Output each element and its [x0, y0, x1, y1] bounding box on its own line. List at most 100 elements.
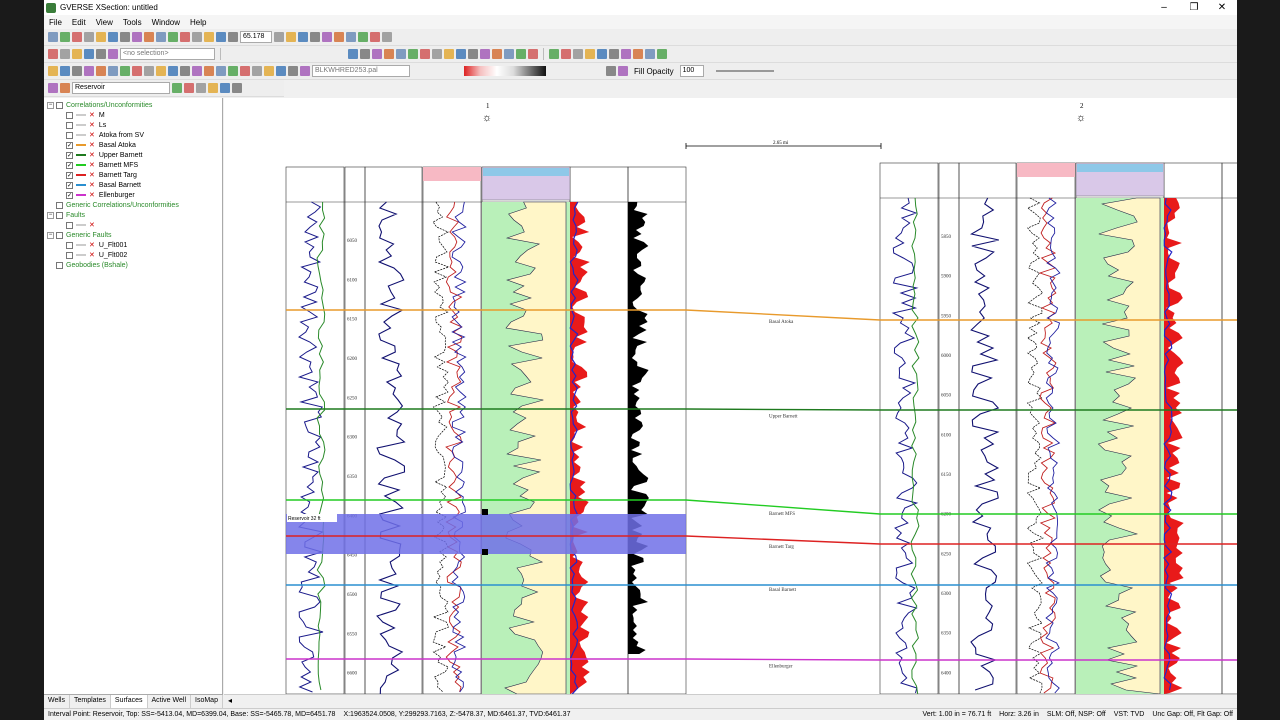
toolbar-tool-icon[interactable] [276, 66, 286, 76]
tree-checkbox[interactable] [56, 261, 63, 269]
toolbar-tool-icon[interactable] [432, 49, 442, 59]
toolbar-tool-icon[interactable] [298, 32, 308, 42]
toolbar-tool-icon[interactable] [192, 66, 202, 76]
tree-item[interactable]: − Generic Faults [47, 230, 112, 240]
toolbar-tool-icon[interactable] [156, 66, 166, 76]
toolbar-tool-icon[interactable] [561, 49, 571, 59]
toolbar-tool-icon[interactable] [48, 83, 58, 93]
tree-checkbox[interactable] [66, 251, 73, 259]
color-palette-bar[interactable] [464, 66, 546, 76]
tree-item[interactable]: ✓ ✕ Ellenburger [57, 190, 135, 200]
toolbar-tool-icon[interactable] [72, 49, 82, 59]
toolbar-tool-icon[interactable] [204, 66, 214, 76]
toolbar-tool-icon[interactable] [360, 49, 370, 59]
toolbar-tool-icon[interactable] [232, 83, 242, 93]
expand-toggle-icon[interactable]: − [47, 101, 54, 109]
tree-item[interactable]: ✓ ✕ Barnett Targ [57, 170, 137, 180]
toolbar-tool-icon[interactable] [172, 83, 182, 93]
toolbar-tool-icon[interactable] [120, 32, 130, 42]
toolbar-tool-icon[interactable] [216, 66, 226, 76]
toolbar-tool-icon[interactable] [549, 49, 559, 59]
selection-combo[interactable]: <no selection> [120, 48, 215, 60]
toolbar-tool-icon[interactable] [184, 83, 194, 93]
tree-checkbox[interactable] [66, 111, 73, 119]
tree-item[interactable]: ✕ Atoka from SV [57, 130, 144, 140]
toolbar-tool-icon[interactable] [48, 49, 58, 59]
toolbar-tool-icon[interactable] [60, 49, 70, 59]
tree-item[interactable]: Geobodies (Bshale) [47, 260, 128, 270]
toolbar-tool-icon[interactable] [84, 66, 94, 76]
menu-tools[interactable]: Tools [118, 18, 147, 27]
toolbar-tool-icon[interactable] [208, 83, 218, 93]
toolbar-tool-icon[interactable] [60, 32, 70, 42]
tree-item[interactable]: − Correlations/Unconformities [47, 100, 152, 110]
tab-templates[interactable]: Templates [70, 695, 111, 708]
toolbar-tool-icon[interactable] [334, 32, 344, 42]
menu-window[interactable]: Window [147, 18, 185, 27]
toolbar-tool-icon[interactable] [168, 66, 178, 76]
toolbar-tool-icon[interactable] [322, 32, 332, 42]
toolbar-tool-icon[interactable] [372, 49, 382, 59]
tree-item[interactable]: − Faults [47, 210, 85, 220]
tree-item[interactable]: ✕ U_Flt001 [57, 240, 127, 250]
toolbar-tool-icon[interactable] [84, 49, 94, 59]
toolbar-tool-icon[interactable] [144, 66, 154, 76]
toolbar-tool-icon[interactable] [120, 66, 130, 76]
toolbar-tool-icon[interactable] [180, 32, 190, 42]
tree-item[interactable]: ✓ ✕ Basal Barnett [57, 180, 141, 190]
fill-opacity-input[interactable]: 100 [679, 65, 704, 77]
toolbar-tool-icon[interactable] [370, 32, 380, 42]
toolbar-tool-icon[interactable] [216, 32, 226, 42]
toolbar-tool-icon[interactable] [156, 32, 166, 42]
toolbar-tool-icon[interactable] [396, 49, 406, 59]
tab-wells[interactable]: Wells [44, 695, 70, 708]
toolbar-tool-icon[interactable] [48, 66, 58, 76]
toolbar-tool-icon[interactable] [60, 83, 70, 93]
fill-opacity-slider[interactable] [715, 70, 774, 72]
toolbar-tool-icon[interactable] [274, 32, 284, 42]
toolbar-tool-icon[interactable] [621, 49, 631, 59]
tree-checkbox[interactable] [56, 101, 63, 109]
expand-toggle-icon[interactable]: − [47, 231, 54, 239]
toolbar-tool-icon[interactable] [240, 66, 250, 76]
tree-checkbox[interactable] [66, 241, 73, 249]
toolbar-tool-icon[interactable] [382, 32, 392, 42]
cross-section-canvas[interactable]: 1 2 ☼ ☼ 2.65 mi 6050 6100 6150 6200 6250 6300 6350 6… [224, 98, 1237, 694]
menu-edit[interactable]: Edit [67, 18, 91, 27]
tree-checkbox[interactable]: ✓ [66, 171, 73, 179]
toolbar-tool-icon[interactable] [618, 66, 628, 76]
zoom-combo[interactable]: 65.178 [240, 31, 272, 43]
tree-item[interactable]: ✓ ✕ Basal Atoka [57, 140, 136, 150]
maximize-button[interactable]: ❐ [1179, 0, 1209, 15]
horizontal-scrollbar[interactable]: ◂ [224, 694, 1237, 708]
toolbar-tool-icon[interactable] [264, 66, 274, 76]
toolbar-tool-icon[interactable] [300, 66, 310, 76]
toolbar-tool-icon[interactable] [358, 32, 368, 42]
tab-active-well[interactable]: Active Well [148, 695, 192, 708]
toolbar-tool-icon[interactable] [132, 32, 142, 42]
toolbar-tool-icon[interactable] [384, 49, 394, 59]
toolbar-tool-icon[interactable] [144, 32, 154, 42]
tree-item[interactable]: ✕ Ls [57, 120, 106, 130]
cross-section-plot[interactable]: 1 2 ☼ ☼ 2.65 mi 6050 6100 6150 6200 6250 6300 6350 6… [224, 98, 1237, 694]
toolbar-tool-icon[interactable] [606, 66, 616, 76]
interval-combo[interactable]: Reservoir [72, 82, 170, 94]
toolbar-tool-icon[interactable] [310, 32, 320, 42]
tree-checkbox[interactable] [56, 211, 63, 219]
toolbar-tool-icon[interactable] [444, 49, 454, 59]
tree-item[interactable]: ✕ U_Flt002 [57, 250, 127, 260]
toolbar-tool-icon[interactable] [196, 83, 206, 93]
toolbar-tool-icon[interactable] [609, 49, 619, 59]
toolbar-tool-icon[interactable] [96, 49, 106, 59]
tree-checkbox[interactable]: ✓ [66, 141, 73, 149]
toolbar-tool-icon[interactable] [96, 66, 106, 76]
toolbar-tool-icon[interactable] [504, 49, 514, 59]
toolbar-tool-icon[interactable] [346, 32, 356, 42]
toolbar-tool-icon[interactable] [645, 49, 655, 59]
tree-checkbox[interactable] [66, 221, 73, 229]
toolbar-tool-icon[interactable] [220, 83, 230, 93]
toolbar-tool-icon[interactable] [228, 32, 238, 42]
toolbar-tool-icon[interactable] [516, 49, 526, 59]
toolbar-tool-icon[interactable] [286, 32, 296, 42]
menu-help[interactable]: Help [185, 18, 211, 27]
